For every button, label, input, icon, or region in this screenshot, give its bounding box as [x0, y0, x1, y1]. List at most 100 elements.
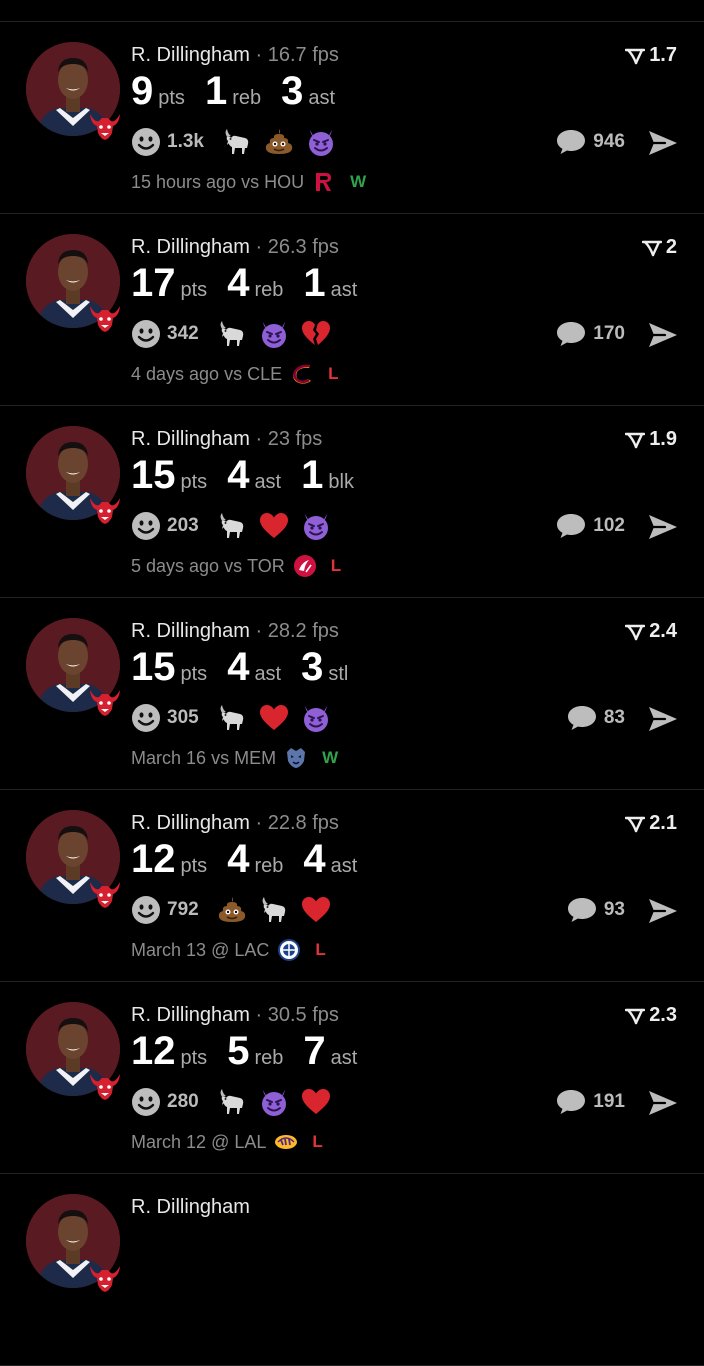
heart-icon[interactable]	[300, 1086, 332, 1118]
share-send-icon[interactable]	[647, 319, 679, 351]
reactions-bar	[131, 1277, 149, 1311]
stat-value: 3	[301, 645, 324, 689]
player-name[interactable]: R. Dillingham	[131, 812, 250, 834]
heart-icon[interactable]	[300, 894, 332, 926]
reaction-count[interactable]: 305	[167, 707, 199, 729]
reaction-emojis	[211, 1086, 337, 1118]
rating-badge[interactable]: 1.9	[625, 428, 677, 451]
stat-label: reb	[254, 279, 284, 301]
goat-icon[interactable]	[216, 318, 248, 350]
stat-pts: 17 pts	[131, 260, 207, 306]
goat-icon[interactable]	[216, 702, 248, 734]
post-card[interactable]: R. Dillingham · 28.2 fps 2.4 15 pts 4 ast 3 s…	[0, 598, 704, 790]
player-name[interactable]: R. Dillingham	[131, 44, 250, 66]
post-card[interactable]: R. Dillingham · 26.3 fps 2 17 pts 4 reb 1 ast…	[0, 214, 704, 406]
stat-pts: 15 pts	[131, 644, 207, 690]
stat-pts: 9 pts	[131, 68, 185, 114]
heart-icon[interactable]	[258, 702, 290, 734]
player-name[interactable]: R. Dillingham	[131, 1004, 250, 1026]
add-reaction-smiley-icon[interactable]	[131, 895, 161, 925]
post-card[interactable]: R. Dillingham	[0, 1174, 704, 1366]
post-card[interactable]: R. Dillingham · 30.5 fps 2.3 12 pts 5 reb 7 a…	[0, 982, 704, 1174]
devil-icon[interactable]	[258, 318, 290, 350]
bulls-logo-icon	[90, 114, 120, 140]
stat-label: pts	[180, 1047, 208, 1069]
rating-badge[interactable]	[653, 1196, 677, 1214]
rating-badge[interactable]: 1.7	[625, 44, 677, 67]
share-send-icon[interactable]	[647, 1087, 679, 1119]
goat-icon[interactable]	[221, 126, 253, 158]
devil-icon[interactable]	[305, 126, 337, 158]
player-name[interactable]: R. Dillingham	[131, 428, 250, 450]
rating-badge[interactable]: 2.1	[625, 812, 677, 835]
post-card[interactable]: R. Dillingham · 22.8 fps 2.1 12 pts 4 reb 4 a…	[0, 790, 704, 982]
comments-button[interactable]: 93	[567, 893, 625, 927]
share-send-icon[interactable]	[647, 895, 679, 927]
poop-icon[interactable]	[216, 894, 248, 926]
poop-icon[interactable]	[263, 126, 295, 158]
fps-score: · 22.8 fps	[249, 812, 339, 834]
devil-icon[interactable]	[300, 510, 332, 542]
opponent-abbr[interactable]: CLE	[247, 364, 282, 385]
opponent-abbr[interactable]: LAL	[234, 1132, 266, 1153]
reaction-count[interactable]: 203	[167, 515, 199, 537]
broken-heart-icon[interactable]	[300, 318, 332, 350]
comment-count: 83	[603, 707, 625, 728]
share-send-icon[interactable]	[647, 127, 679, 159]
goat-icon[interactable]	[216, 510, 248, 542]
reactions-bar: 342	[131, 317, 337, 351]
reaction-count[interactable]: 342	[167, 323, 199, 345]
goat-icon[interactable]	[258, 894, 290, 926]
stat-pts: 12 pts	[131, 836, 207, 882]
opponent-abbr[interactable]: TOR	[247, 556, 285, 577]
player-name[interactable]: R. Dillingham	[131, 620, 250, 642]
player-name[interactable]: R. Dillingham	[131, 1196, 250, 1218]
game-info: 4 days ago vs CLE L	[131, 362, 339, 386]
add-reaction-smiley-icon[interactable]	[131, 511, 161, 541]
fps-score: · 30.5 fps	[249, 1004, 339, 1026]
rating-icon	[625, 816, 646, 832]
reactions-bar: 792	[131, 893, 337, 927]
comments-button[interactable]: 83	[567, 701, 625, 735]
reaction-count[interactable]: 1.3k	[167, 131, 204, 153]
post-header: R. Dillingham · 23 fps	[131, 428, 322, 451]
reaction-count[interactable]: 280	[167, 1091, 199, 1113]
rating-badge[interactable]: 2.3	[625, 1004, 677, 1027]
share-send-icon[interactable]	[647, 511, 679, 543]
rating-badge[interactable]: 2	[641, 236, 677, 259]
game-result: W	[350, 172, 367, 191]
reaction-emojis	[211, 702, 337, 734]
opponent-abbr[interactable]: MEM	[234, 748, 276, 769]
venue-indicator: vs	[224, 555, 243, 576]
stat-line: 9 pts 1 reb 3 ast	[131, 68, 355, 114]
rating-value: 1.7	[649, 44, 677, 66]
add-reaction-smiley-icon[interactable]	[131, 319, 161, 349]
heart-icon[interactable]	[258, 510, 290, 542]
comment-count: 170	[593, 323, 625, 344]
devil-icon[interactable]	[258, 1086, 290, 1118]
post-time: 5 days ago	[131, 555, 220, 576]
post-card[interactable]: R. Dillingham · 23 fps 1.9 15 pts 4 ast 1 blk…	[0, 406, 704, 598]
goat-icon[interactable]	[216, 1086, 248, 1118]
share-send-icon[interactable]	[647, 703, 679, 735]
add-reaction-smiley-icon[interactable]	[131, 127, 161, 157]
opponent-abbr[interactable]: HOU	[264, 172, 304, 193]
post-card[interactable]: R. Dillingham · 16.7 fps 1.7 9 pts 1 reb 3 as…	[0, 22, 704, 214]
devil-icon[interactable]	[300, 702, 332, 734]
post-time: March 13	[131, 939, 207, 960]
post-time: 15 hours ago	[131, 171, 237, 192]
add-reaction-smiley-icon[interactable]	[131, 703, 161, 733]
comments-button[interactable]: 946	[556, 125, 625, 159]
opponent-abbr[interactable]: LAC	[234, 940, 269, 961]
add-reaction-smiley-icon[interactable]	[131, 1087, 161, 1117]
reaction-count[interactable]: 792	[167, 899, 199, 921]
player-name[interactable]: R. Dillingham	[131, 236, 250, 258]
rating-badge[interactable]: 2.4	[625, 620, 677, 643]
game-result: L	[328, 364, 339, 383]
comments-button[interactable]: 191	[556, 1085, 625, 1119]
comment-count: 93	[603, 899, 625, 920]
venue-indicator: vs	[241, 171, 260, 192]
comments-button[interactable]: 170	[556, 317, 625, 351]
feed-list: R. Dillingham · 16.7 fps 1.7 9 pts 1 reb 3 as…	[0, 22, 704, 1366]
comments-button[interactable]: 102	[556, 509, 625, 543]
